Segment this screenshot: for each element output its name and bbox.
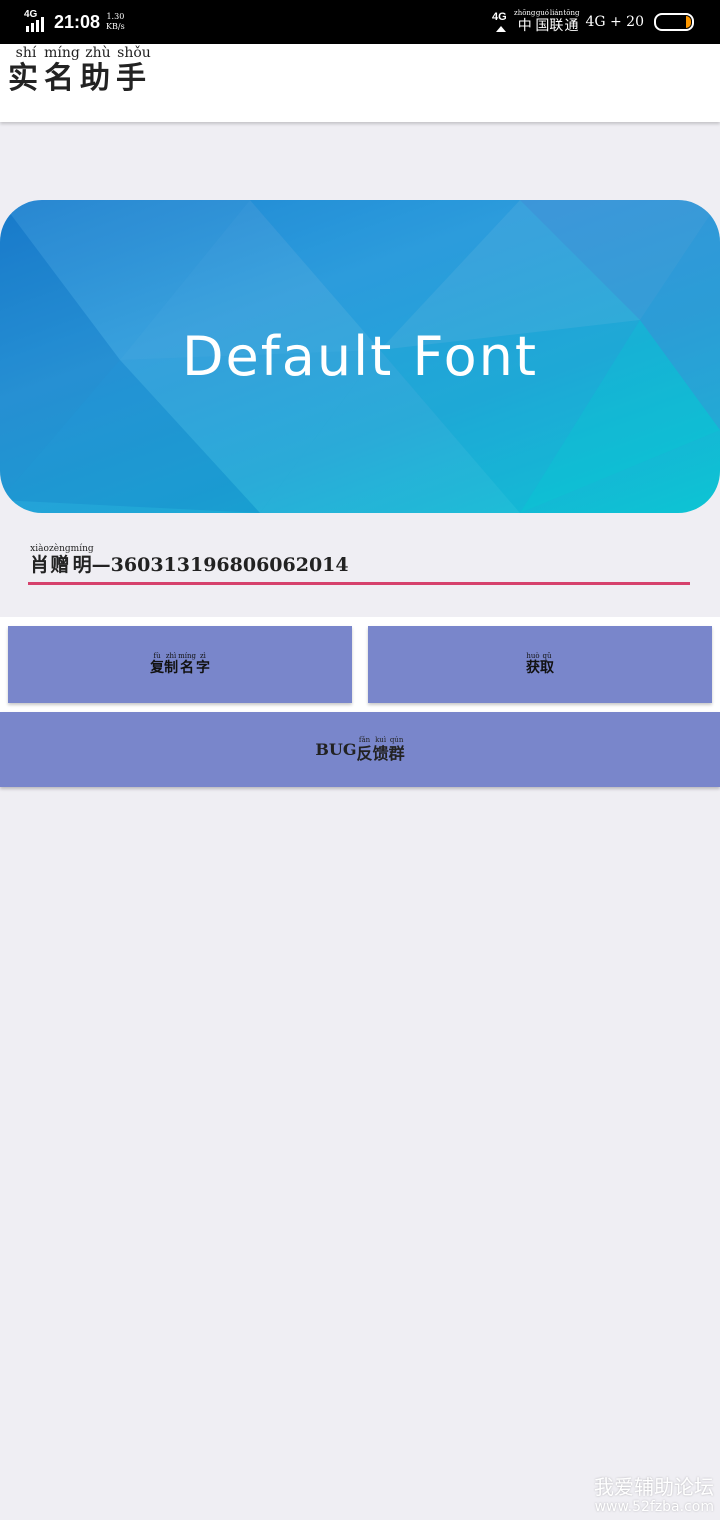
net-speed-unit: KB/s [106,22,125,31]
fetch-button[interactable]: 获huò取qǔ [368,626,712,703]
pinyin-char: 通tōng [563,9,580,33]
pinyin-char: 明míng [70,544,94,576]
clock: 21:08 [54,11,101,32]
network-label-right: 4G [492,11,507,23]
copy-name-label: 复fù制zhì名míng字zì [150,652,210,677]
bug-feedback-prefix: BUG [315,740,357,759]
pinyin-char: 名míng [44,45,80,96]
app-bar: 实shí名míng助zhù手shǒu [0,44,720,122]
input-underline [28,582,690,585]
data-activity-icon: 4G [492,12,508,32]
watermark-title: 我爱辅助论坛 [594,1475,714,1500]
pinyin-char: 制zhì [164,652,179,676]
name-input[interactable]: 肖xiào赠zèng明míng—360313196806062014 [28,544,690,585]
net-speed-value: 1.30 [106,12,125,21]
banner-image: Default Font [0,200,720,513]
pinyin-char: 取qǔ [540,652,554,676]
bug-feedback-label: 反fǎn馈kuì群qún [357,736,405,764]
pinyin-char: 反fǎn [356,735,373,763]
watermark-url: www.52fzba.com [594,1499,714,1516]
network-type: 4G + 20 [585,14,644,30]
name-input-value[interactable]: 肖xiào赠zèng明míng—360313196806062014 [30,544,349,577]
carrier-name: 中zhōng国guó联lián通tōng [514,9,579,35]
bug-feedback-button[interactable]: BUG 反fǎn馈kuì群qún [0,712,720,787]
page-title: 实shí名míng助zhù手shǒu [8,45,152,96]
pinyin-char: 肖xiào [30,544,50,576]
status-bar: 4G 21:08 1.30 KB/s 4G 中zhōng国guó联lián通tō… [0,0,720,44]
pinyin-char: 中zhōng [514,9,536,33]
pinyin-char: 馈kuì [372,735,389,763]
fetch-label: 获huò取qǔ [526,652,554,677]
pinyin-char: 群qún [388,735,405,763]
id-number-text: —360313196806062014 [91,554,349,576]
pinyin-char: 实shí [8,45,44,96]
copy-name-button[interactable]: 复fù制zhì名míng字zì [8,626,352,703]
pinyin-char: 联lián [549,9,564,33]
net-speed: 1.30 KB/s [106,12,125,32]
watermark: 我爱辅助论坛 www.52fzba.com [594,1475,714,1516]
battery-icon [654,13,694,31]
pinyin-char: 复fù [150,652,165,676]
pinyin-char: 获huò [526,652,540,676]
banner-text: Default Font [181,325,539,388]
pinyin-char: 字zì [195,652,210,676]
button-row: 复fù制zhì名míng字zì 获huò取qǔ [0,617,720,712]
pinyin-char: 国guó [535,9,550,33]
status-right: 4G 中zhōng国guó联lián通tōng 4G + 20 [492,0,694,44]
pinyin-char: 赠zèng [49,544,71,576]
pinyin-char: 助zhù [80,45,116,96]
pinyin-char: 名míng [178,652,196,676]
signal-icon: 4G [24,10,48,34]
pinyin-char: 手shǒu [116,45,152,96]
name-text: 肖xiào赠zèng明míng [30,544,94,576]
status-left: 4G 21:08 1.30 KB/s [24,0,125,44]
